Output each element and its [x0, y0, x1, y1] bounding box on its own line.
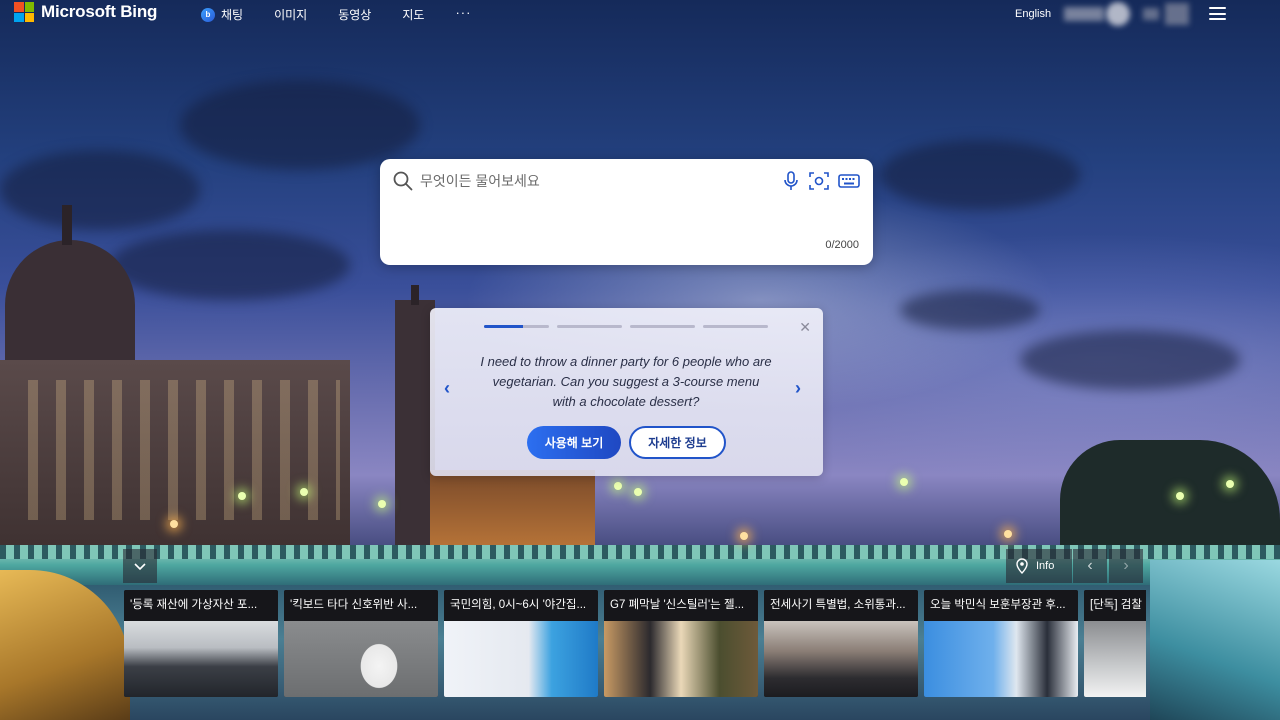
news-title: 국민의힘, 0시~6시 '야간집... — [444, 590, 598, 621]
progress-segment — [557, 325, 622, 328]
visual-search-icon[interactable] — [808, 170, 830, 192]
news-title: [단독] 검찰 — [1084, 590, 1146, 621]
language-link[interactable]: English — [1015, 8, 1051, 20]
news-title: 전세사기 특별법, 소위통과... — [764, 590, 918, 621]
character-counter: 0/2000 — [825, 239, 859, 251]
news-carousel: '등록 재산에 가상자산 포... '킥보드 타다 신호위반 사... 국민의힘… — [124, 590, 1146, 697]
chevron-right-icon[interactable]: › — [795, 378, 809, 398]
next-image-button[interactable]: › — [1109, 549, 1143, 583]
news-card[interactable]: G7 폐막날 '신스틸러'는 젤... — [604, 590, 758, 697]
news-title: 오늘 박민식 보훈부장관 후... — [924, 590, 1078, 621]
learn-more-button[interactable]: 자세한 정보 — [629, 426, 726, 459]
nav-videos-label: 동영상 — [338, 8, 372, 22]
top-bar: Microsoft Bing b 채팅 이미지 동영상 지도 ··· Engli… — [0, 0, 1280, 28]
nav-chat[interactable]: b 채팅 — [201, 6, 243, 23]
news-title: G7 폐막날 '신스틸러'는 젤... — [604, 590, 758, 621]
chevron-left-icon: ‹ — [1087, 557, 1093, 574]
brand-name: Microsoft Bing — [41, 2, 158, 21]
news-card[interactable]: [단독] 검찰 — [1084, 590, 1146, 697]
user-name-blurred[interactable] — [1064, 7, 1104, 21]
bing-logo[interactable]: Microsoft Bing — [14, 2, 157, 22]
search-icon — [393, 171, 413, 191]
news-thumbnail — [764, 621, 918, 697]
news-thumbnail — [444, 621, 598, 697]
progress-segment — [703, 325, 768, 328]
nav-maps-label: 지도 — [402, 8, 425, 22]
hamburger-menu-icon[interactable] — [1209, 7, 1226, 20]
chevron-right-icon: › — [1123, 557, 1129, 574]
nav-chat-label: 채팅 — [221, 8, 244, 22]
more-icon[interactable]: ··· — [455, 5, 471, 20]
carousel-progress — [484, 325, 768, 328]
news-card[interactable]: '킥보드 타다 신호위반 사... — [284, 590, 438, 697]
main-nav: b 채팅 이미지 동영상 지도 ··· — [201, 5, 502, 23]
search-input[interactable] — [420, 171, 760, 191]
keyboard-icon[interactable] — [838, 171, 860, 191]
news-card[interactable]: 국민의힘, 0시~6시 '야간집... — [444, 590, 598, 697]
nav-maps[interactable]: 지도 — [402, 6, 424, 23]
search-box[interactable]: 0/2000 — [380, 159, 873, 265]
chat-prompt-card: ✕ ‹ › I need to throw a dinner party for… — [430, 308, 823, 476]
location-pin-icon — [1016, 558, 1028, 574]
previous-image-button[interactable]: ‹ — [1073, 549, 1107, 583]
progress-segment — [484, 325, 549, 328]
nav-videos[interactable]: 동영상 — [338, 6, 371, 23]
close-icon[interactable]: ✕ — [799, 319, 811, 336]
progress-fill — [484, 325, 523, 328]
chevron-left-icon[interactable]: ‹ — [444, 378, 458, 398]
collapse-feed-button[interactable] — [123, 549, 157, 583]
chevron-down-icon — [134, 563, 146, 571]
nav-images[interactable]: 이미지 — [274, 6, 307, 23]
news-card[interactable]: '등록 재산에 가상자산 포... — [124, 590, 278, 697]
news-card[interactable]: 오늘 박민식 보훈부장관 후... — [924, 590, 1078, 697]
rewards-icon[interactable] — [1165, 3, 1189, 25]
copilot-chat-icon: b — [201, 7, 215, 22]
nav-images-label: 이미지 — [274, 8, 308, 22]
info-label: Info — [1036, 560, 1055, 572]
news-title: '킥보드 타다 신호위반 사... — [284, 590, 438, 621]
news-thumbnail — [924, 621, 1078, 697]
image-info-button[interactable]: Info — [1006, 549, 1072, 583]
prompt-suggestion-text: I need to throw a dinner party for 6 peo… — [480, 354, 772, 409]
progress-segment — [630, 325, 695, 328]
rewards-points-blurred[interactable] — [1143, 8, 1159, 20]
news-card[interactable]: 전세사기 특별법, 소위통과... — [764, 590, 918, 697]
news-thumbnail — [1084, 621, 1146, 697]
microsoft-logo-icon — [14, 2, 34, 22]
news-title: '등록 재산에 가상자산 포... — [124, 590, 278, 621]
avatar[interactable] — [1106, 2, 1130, 26]
news-thumbnail — [124, 621, 278, 697]
news-thumbnail — [284, 621, 438, 697]
news-thumbnail — [604, 621, 758, 697]
try-it-button[interactable]: 사용해 보기 — [527, 426, 621, 459]
microphone-icon[interactable] — [780, 170, 802, 192]
